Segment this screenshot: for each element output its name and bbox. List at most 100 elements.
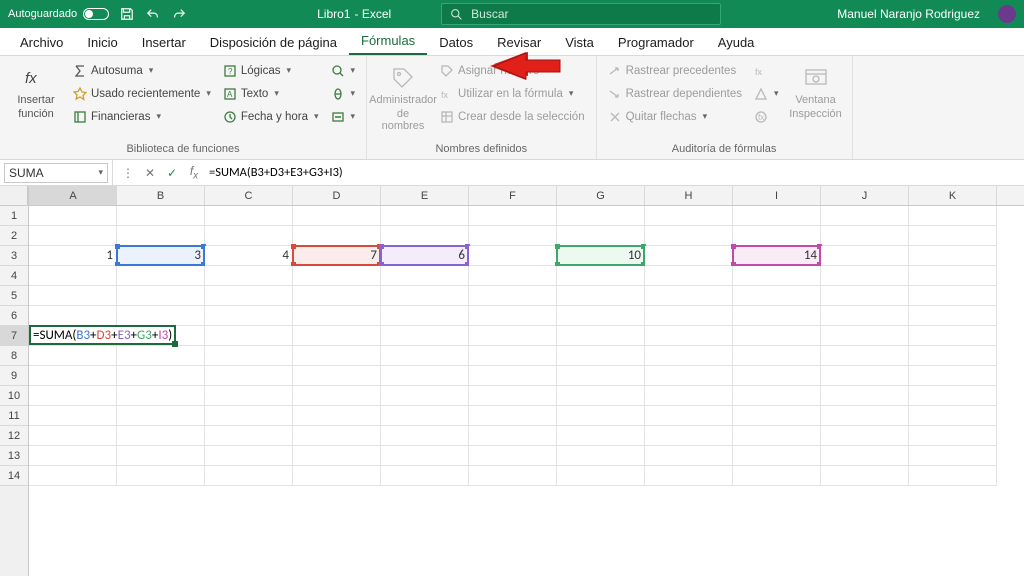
cell-K2[interactable] bbox=[909, 226, 997, 246]
tab-inicio[interactable]: Inicio bbox=[75, 29, 129, 55]
cell-I11[interactable] bbox=[733, 406, 821, 426]
row-header-8[interactable]: 8 bbox=[0, 346, 28, 366]
cell-C14[interactable] bbox=[205, 466, 293, 486]
cell-J4[interactable] bbox=[821, 266, 909, 286]
row-header-1[interactable]: 1 bbox=[0, 206, 28, 226]
undo-icon[interactable] bbox=[145, 6, 161, 22]
cell-K12[interactable] bbox=[909, 426, 997, 446]
cell-A8[interactable] bbox=[29, 346, 117, 366]
row-header-12[interactable]: 12 bbox=[0, 426, 28, 446]
cell-A2[interactable] bbox=[29, 226, 117, 246]
math-button[interactable]: ▾ bbox=[328, 83, 359, 104]
cell-I10[interactable] bbox=[733, 386, 821, 406]
cell-I12[interactable] bbox=[733, 426, 821, 446]
cell-K14[interactable] bbox=[909, 466, 997, 486]
cell-J14[interactable] bbox=[821, 466, 909, 486]
accept-icon[interactable]: ✓ bbox=[161, 166, 183, 180]
text-button[interactable]: ATexto▾ bbox=[220, 83, 322, 104]
cell-A4[interactable] bbox=[29, 266, 117, 286]
cell-F9[interactable] bbox=[469, 366, 557, 386]
select-all-corner[interactable] bbox=[0, 186, 28, 206]
cell-J1[interactable] bbox=[821, 206, 909, 226]
cell-K1[interactable] bbox=[909, 206, 997, 226]
cell-C5[interactable] bbox=[205, 286, 293, 306]
cell-F7[interactable] bbox=[469, 326, 557, 346]
cell-E3[interactable]: 6 bbox=[381, 246, 469, 266]
cell-F12[interactable] bbox=[469, 426, 557, 446]
cell-G3[interactable]: 10 bbox=[557, 246, 645, 266]
cell-J10[interactable] bbox=[821, 386, 909, 406]
name-box[interactable]: SUMA ▾ bbox=[4, 163, 108, 183]
cell-J12[interactable] bbox=[821, 426, 909, 446]
cell-H11[interactable] bbox=[645, 406, 733, 426]
cell-A9[interactable] bbox=[29, 366, 117, 386]
tab-datos[interactable]: Datos bbox=[427, 29, 485, 55]
cell-D6[interactable] bbox=[293, 306, 381, 326]
cell-G6[interactable] bbox=[557, 306, 645, 326]
cell-F3[interactable] bbox=[469, 246, 557, 266]
cell-G12[interactable] bbox=[557, 426, 645, 446]
cell-G14[interactable] bbox=[557, 466, 645, 486]
cell-B12[interactable] bbox=[117, 426, 205, 446]
cell-K11[interactable] bbox=[909, 406, 997, 426]
cell-C9[interactable] bbox=[205, 366, 293, 386]
cell-D11[interactable] bbox=[293, 406, 381, 426]
row-header-14[interactable]: 14 bbox=[0, 466, 28, 486]
cell-F13[interactable] bbox=[469, 446, 557, 466]
cell-E10[interactable] bbox=[381, 386, 469, 406]
cell-J6[interactable] bbox=[821, 306, 909, 326]
cell-C12[interactable] bbox=[205, 426, 293, 446]
col-header-K[interactable]: K bbox=[909, 186, 997, 205]
row-header-13[interactable]: 13 bbox=[0, 446, 28, 466]
tab-insertar[interactable]: Insertar bbox=[130, 29, 198, 55]
lookup-button[interactable]: ▾ bbox=[328, 60, 359, 81]
cell-A12[interactable] bbox=[29, 426, 117, 446]
cell-B11[interactable] bbox=[117, 406, 205, 426]
cell-H8[interactable] bbox=[645, 346, 733, 366]
avatar[interactable] bbox=[998, 5, 1016, 23]
row-header-7[interactable]: 7 bbox=[0, 326, 28, 346]
cell-K13[interactable] bbox=[909, 446, 997, 466]
cell-G2[interactable] bbox=[557, 226, 645, 246]
cell-G9[interactable] bbox=[557, 366, 645, 386]
tab-ayuda[interactable]: Ayuda bbox=[706, 29, 767, 55]
cell-B6[interactable] bbox=[117, 306, 205, 326]
cell-I5[interactable] bbox=[733, 286, 821, 306]
cell-J5[interactable] bbox=[821, 286, 909, 306]
cell-H7[interactable] bbox=[645, 326, 733, 346]
insert-function-button[interactable]: fx Insertar función bbox=[8, 60, 64, 141]
financial-button[interactable]: Financieras▾ bbox=[70, 106, 214, 127]
cell-K10[interactable] bbox=[909, 386, 997, 406]
cell-H9[interactable] bbox=[645, 366, 733, 386]
cell-K3[interactable] bbox=[909, 246, 997, 266]
row-header-2[interactable]: 2 bbox=[0, 226, 28, 246]
cell-I7[interactable] bbox=[733, 326, 821, 346]
cell-B3[interactable]: 3 bbox=[117, 246, 205, 266]
cell-C4[interactable] bbox=[205, 266, 293, 286]
cell-I9[interactable] bbox=[733, 366, 821, 386]
cell-D13[interactable] bbox=[293, 446, 381, 466]
cell-J8[interactable] bbox=[821, 346, 909, 366]
cell-G8[interactable] bbox=[557, 346, 645, 366]
row-header-4[interactable]: 4 bbox=[0, 266, 28, 286]
cell-H10[interactable] bbox=[645, 386, 733, 406]
cell-I14[interactable] bbox=[733, 466, 821, 486]
cell-H14[interactable] bbox=[645, 466, 733, 486]
cell-B2[interactable] bbox=[117, 226, 205, 246]
cell-D2[interactable] bbox=[293, 226, 381, 246]
col-header-I[interactable]: I bbox=[733, 186, 821, 205]
cell-J9[interactable] bbox=[821, 366, 909, 386]
cell-E13[interactable] bbox=[381, 446, 469, 466]
cell-H2[interactable] bbox=[645, 226, 733, 246]
cell-K5[interactable] bbox=[909, 286, 997, 306]
cell-J13[interactable] bbox=[821, 446, 909, 466]
cell-G4[interactable] bbox=[557, 266, 645, 286]
cell-A5[interactable] bbox=[29, 286, 117, 306]
cell-F8[interactable] bbox=[469, 346, 557, 366]
row-header-5[interactable]: 5 bbox=[0, 286, 28, 306]
editing-cell[interactable]: =SUMA(B3+D3+E3+G3+I3) bbox=[29, 325, 176, 345]
cell-K7[interactable] bbox=[909, 326, 997, 346]
redo-icon[interactable] bbox=[171, 6, 187, 22]
cell-E9[interactable] bbox=[381, 366, 469, 386]
cell-A1[interactable] bbox=[29, 206, 117, 226]
